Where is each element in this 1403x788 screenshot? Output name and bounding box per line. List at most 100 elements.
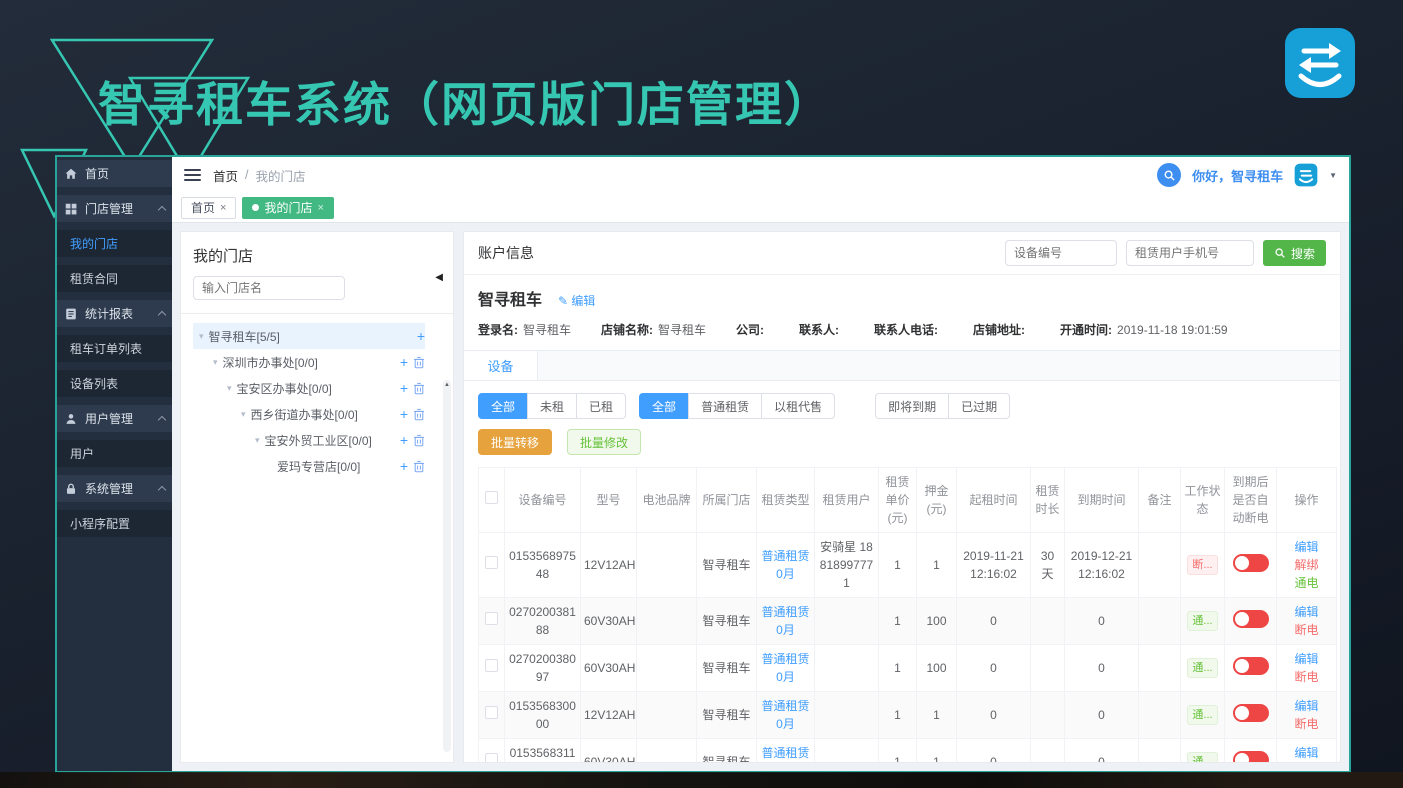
avatar[interactable] xyxy=(1294,163,1318,187)
caret-down-icon[interactable]: ▾ xyxy=(199,331,204,342)
trash-icon[interactable] xyxy=(413,460,425,473)
edit-link[interactable]: 编辑 xyxy=(1294,605,1318,619)
table-header-row: 设备编号 型号 电池品牌 所属门店 租赁类型 租赁用户 租赁单价(元) 押金(元… xyxy=(478,467,1337,533)
tree-scrollbar[interactable]: ▲ xyxy=(443,380,451,752)
filter-expired-button[interactable]: 已过期 xyxy=(948,393,1011,419)
power-off-link[interactable]: 断电 xyxy=(1294,670,1318,684)
account-info-row: 登录名: 智寻租车 店铺名称: 智寻租车 公司: 联系人: 联系人电话: 店铺地址:… xyxy=(478,321,1326,338)
caret-down-icon[interactable]: ▾ xyxy=(227,383,232,394)
filter-unrented-button[interactable]: 未租 xyxy=(527,393,578,419)
info-pair: 店铺名称: 智寻租车 xyxy=(601,323,707,337)
auto-power-off-toggle[interactable] xyxy=(1232,703,1269,722)
batch-transfer-button[interactable]: 批量转移 xyxy=(478,429,553,455)
tab-home[interactable]: 首页 × xyxy=(181,196,237,219)
row-checkbox[interactable] xyxy=(485,706,498,719)
edit-link[interactable]: 编辑 xyxy=(1294,540,1318,554)
row-checkbox[interactable] xyxy=(485,659,498,672)
caret-down-icon[interactable]: ▾ xyxy=(213,357,218,368)
edit-link[interactable]: 编辑 xyxy=(1294,652,1318,666)
auto-power-off-toggle[interactable] xyxy=(1232,553,1269,572)
trash-icon[interactable] xyxy=(413,382,425,395)
rent-type-link[interactable]: 普通租赁 xyxy=(760,603,811,621)
sidebar-item-home[interactable]: 首页 xyxy=(57,160,172,187)
info-pair: 联系人电话: xyxy=(874,323,939,337)
caret-down-icon[interactable]: ▾ xyxy=(255,435,260,446)
sidebar-item-user-mgmt[interactable]: 用户管理 xyxy=(57,405,172,432)
close-icon[interactable]: × xyxy=(220,202,226,214)
power-off-link[interactable]: 断电 xyxy=(1294,623,1318,637)
add-node-icon[interactable]: + xyxy=(417,329,425,343)
filter-normal-rent-button[interactable]: 普通租赁 xyxy=(688,393,763,419)
filter-all-type-button[interactable]: 全部 xyxy=(639,393,690,419)
sidebar-item-report[interactable]: 统计报表 xyxy=(57,300,172,327)
unbind-link[interactable]: 解绑 xyxy=(1294,558,1318,572)
scroll-up-icon[interactable]: ▲ xyxy=(444,382,450,388)
sidebar-item-label: 租车订单列表 xyxy=(70,342,143,356)
info-pair: 开通时间: 2019-11-18 19:01:59 xyxy=(1060,323,1228,337)
sidebar-item-device-list[interactable]: 设备列表 xyxy=(57,370,172,397)
auto-power-off-toggle[interactable] xyxy=(1232,609,1269,628)
collapse-panel-icon[interactable]: ◀ xyxy=(435,272,443,283)
account-header-row: 账户信息 搜索 xyxy=(478,232,1326,274)
auto-power-off-toggle[interactable] xyxy=(1232,656,1269,675)
power-off-link[interactable]: 断电 xyxy=(1294,717,1318,731)
rent-type-link[interactable]: 普通租赁 xyxy=(760,744,811,762)
tree-node-label: 智寻租车[5/5] xyxy=(208,329,280,344)
batch-modify-button[interactable]: 批量修改 xyxy=(567,429,642,455)
rent-type-link[interactable]: 普通租赁 xyxy=(760,697,811,715)
tree-node-root[interactable]: ▾ 智寻租车[5/5] + xyxy=(193,323,425,349)
tab-bar: 首页 × 我的门店 × xyxy=(172,193,1349,223)
sidebar-item-my-stores[interactable]: 我的门店 xyxy=(57,230,172,257)
add-node-icon[interactable]: + xyxy=(400,355,408,369)
breadcrumb-separator: / xyxy=(245,168,249,182)
sidebar-item-rental-orders[interactable]: 租车订单列表 xyxy=(57,335,172,362)
sidebar-item-miniprogram-config[interactable]: 小程序配置 xyxy=(57,510,172,537)
rent-type-link[interactable]: 普通租赁 xyxy=(760,650,811,668)
search-icon[interactable] xyxy=(1157,163,1182,187)
rent-type-link[interactable]: 普通租赁 xyxy=(760,547,811,565)
filter-expiring-button[interactable]: 即将到期 xyxy=(875,393,950,419)
search-icon xyxy=(1275,248,1285,258)
filter-all-button[interactable]: 全部 xyxy=(478,393,529,419)
edit-store-link[interactable]: ✎ 编辑 xyxy=(558,292,595,309)
add-node-icon[interactable]: + xyxy=(400,381,408,395)
sidebar-item-lease-contract[interactable]: 租赁合同 xyxy=(57,265,172,292)
tree-node[interactable]: ▾ 宝安外贸工业区[0/0] + xyxy=(193,427,425,453)
sidebar-item-users[interactable]: 用户 xyxy=(57,440,172,467)
edit-link[interactable]: 编辑 xyxy=(1294,699,1318,713)
trash-icon[interactable] xyxy=(413,356,425,369)
caret-down-icon[interactable]: ▾ xyxy=(241,409,246,420)
row-checkbox[interactable] xyxy=(485,753,498,762)
tree-node[interactable]: ▾ 西乡街道办事处[0/0] + xyxy=(193,401,425,427)
row-checkbox[interactable] xyxy=(485,556,498,569)
sidebar-item-store-mgmt[interactable]: 门店管理 xyxy=(57,195,172,222)
add-node-icon[interactable]: + xyxy=(400,459,408,473)
close-icon[interactable]: × xyxy=(317,202,323,214)
table-row: 015356830000 12V12AH 智寻租车 普通租赁0月 1 1 0 xyxy=(478,691,1337,739)
tab-device[interactable]: 设备 xyxy=(464,351,538,380)
power-on-link[interactable]: 通电 xyxy=(1294,576,1318,590)
store-search-input[interactable] xyxy=(193,276,345,300)
rental-user-phone-input[interactable] xyxy=(1125,240,1254,266)
tree-node[interactable]: ▾ 深圳市办事处[0/0] + xyxy=(193,349,425,375)
trash-icon[interactable] xyxy=(413,408,425,421)
dropdown-caret-icon[interactable]: ▼ xyxy=(1329,171,1337,180)
hamburger-icon[interactable] xyxy=(184,169,201,181)
trash-icon[interactable] xyxy=(413,434,425,447)
filter-rented-button[interactable]: 已租 xyxy=(576,393,627,419)
tab-my-stores[interactable]: 我的门店 × xyxy=(242,196,334,219)
filter-rent-to-own-button[interactable]: 以租代售 xyxy=(761,393,836,419)
tree-node[interactable]: ▾ 宝安区办事处[0/0] + xyxy=(193,375,425,401)
edit-link[interactable]: 编辑 xyxy=(1294,746,1318,760)
add-node-icon[interactable]: + xyxy=(400,433,408,447)
row-checkbox[interactable] xyxy=(485,612,498,625)
search-button[interactable]: 搜索 xyxy=(1262,240,1326,266)
add-node-icon[interactable]: + xyxy=(400,407,408,421)
sidebar-item-label: 统计报表 xyxy=(85,307,134,321)
select-all-checkbox[interactable] xyxy=(485,491,498,504)
tree-node[interactable]: 爱玛专营店[0/0] + xyxy=(193,453,425,479)
breadcrumb-home[interactable]: 首页 xyxy=(213,166,238,185)
auto-power-off-toggle[interactable] xyxy=(1232,750,1269,762)
device-number-input[interactable] xyxy=(1004,240,1117,266)
sidebar-item-system-mgmt[interactable]: 系统管理 xyxy=(57,475,172,502)
